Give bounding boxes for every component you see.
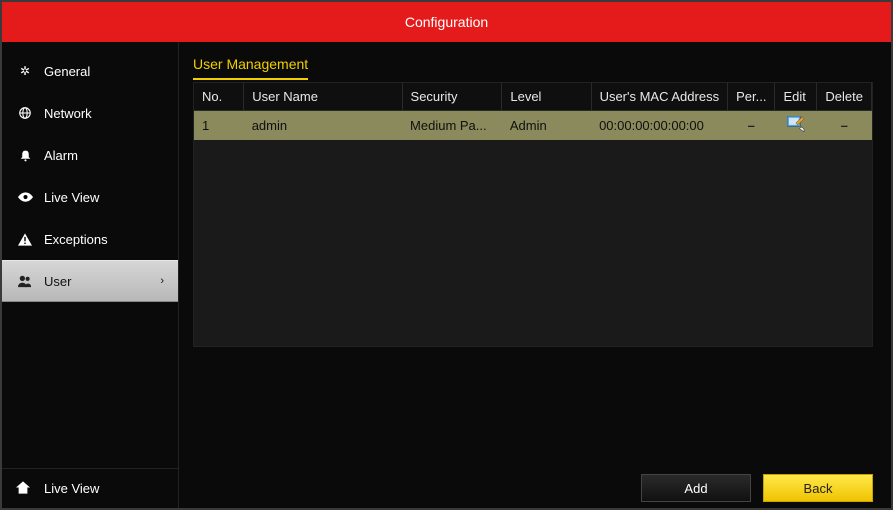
sidebar-item-label: General <box>44 64 90 79</box>
warning-icon <box>16 230 34 248</box>
main-panel: User Management No. User Name Security L… <box>179 42 891 468</box>
cell-level: Admin <box>502 111 591 141</box>
cell-edit[interactable] <box>775 111 817 141</box>
sidebar-item-user[interactable]: User › <box>2 260 178 302</box>
bottombar: Live View Add Back <box>2 468 891 508</box>
cell-delete: – <box>817 111 872 141</box>
network-icon <box>16 104 34 122</box>
gear-icon: ✲ <box>16 62 34 80</box>
sidebar-item-network[interactable]: Network <box>2 92 178 134</box>
sidebar-item-label: Network <box>44 106 92 121</box>
table-header-row: No. User Name Security Level User's MAC … <box>194 83 872 111</box>
th-security[interactable]: Security <box>402 83 502 111</box>
add-button-label: Add <box>684 481 707 496</box>
section-title: User Management <box>193 52 308 80</box>
sidebar-item-exceptions[interactable]: Exceptions <box>2 218 178 260</box>
user-icon <box>16 272 34 290</box>
th-no[interactable]: No. <box>194 83 244 111</box>
sidebar-item-label: Alarm <box>44 148 78 163</box>
sidebar-item-label: User <box>44 274 71 289</box>
bell-icon <box>16 146 34 164</box>
cell-security: Medium Pa... <box>402 111 502 141</box>
eye-icon <box>16 188 34 206</box>
th-mac[interactable]: User's MAC Address <box>591 83 728 111</box>
sidebar-item-general[interactable]: ✲ General <box>2 50 178 92</box>
user-table: No. User Name Security Level User's MAC … <box>194 83 872 140</box>
back-button-label: Back <box>804 481 833 496</box>
cell-per: – <box>728 111 775 141</box>
table-row[interactable]: 1 admin Medium Pa... Admin 00:00:00:00:0… <box>194 111 872 141</box>
live-view-button[interactable]: Live View <box>2 468 179 508</box>
home-icon <box>16 481 34 497</box>
live-view-label: Live View <box>44 481 99 496</box>
user-table-wrap: No. User Name Security Level User's MAC … <box>193 82 873 347</box>
th-per[interactable]: Per... <box>728 83 775 111</box>
th-username[interactable]: User Name <box>244 83 402 111</box>
sidebar-item-alarm[interactable]: Alarm <box>2 134 178 176</box>
th-level[interactable]: Level <box>502 83 591 111</box>
edit-icon[interactable] <box>787 116 805 135</box>
th-edit[interactable]: Edit <box>775 83 817 111</box>
sidebar-item-liveview[interactable]: Live View <box>2 176 178 218</box>
page-title: Configuration <box>405 14 488 30</box>
titlebar: Configuration <box>2 2 891 42</box>
sidebar-item-label: Live View <box>44 190 99 205</box>
sidebar: ✲ General Network Alarm Live View Exce <box>2 42 179 468</box>
add-button[interactable]: Add <box>641 474 751 502</box>
th-delete[interactable]: Delete <box>817 83 872 111</box>
chevron-right-icon: › <box>160 275 164 287</box>
sidebar-item-label: Exceptions <box>44 232 108 247</box>
cell-mac: 00:00:00:00:00:00 <box>591 111 728 141</box>
back-button[interactable]: Back <box>763 474 873 502</box>
cell-username: admin <box>244 111 402 141</box>
content: ✲ General Network Alarm Live View Exce <box>2 42 891 468</box>
cell-no: 1 <box>194 111 244 141</box>
